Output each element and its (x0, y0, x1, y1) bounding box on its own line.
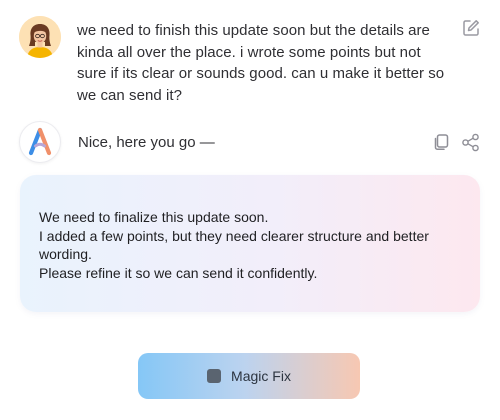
refined-message-text: We need to finalize this update soon. I … (39, 208, 464, 282)
share-icon (462, 133, 479, 152)
user-avatar-icon (19, 16, 61, 58)
magic-fix-label: Magic Fix (231, 368, 291, 384)
user-avatar (19, 16, 61, 58)
copy-icon (434, 134, 449, 151)
assistant-reply-intro: Nice, here you go — (78, 134, 215, 151)
share-button[interactable] (461, 133, 480, 152)
chat-panel: we need to finish this update soon but t… (0, 0, 500, 420)
edit-icon (463, 20, 479, 36)
assistant-logo-icon (28, 127, 52, 156)
square-icon (207, 369, 222, 383)
user-message-text: we need to finish this update soon but t… (77, 22, 445, 104)
refined-line: We need to finalize this update soon. (39, 209, 269, 225)
refined-line: Please refine it so we can send it confi… (39, 264, 318, 281)
magic-fix-button[interactable]: Magic Fix (138, 353, 360, 399)
refined-message-card: We need to finalize this update soon. I … (20, 175, 480, 312)
refined-line: I added a few points, but they need clea… (39, 227, 429, 263)
copy-button[interactable] (432, 133, 450, 151)
edit-button[interactable] (461, 18, 481, 38)
assistant-avatar (19, 121, 61, 163)
